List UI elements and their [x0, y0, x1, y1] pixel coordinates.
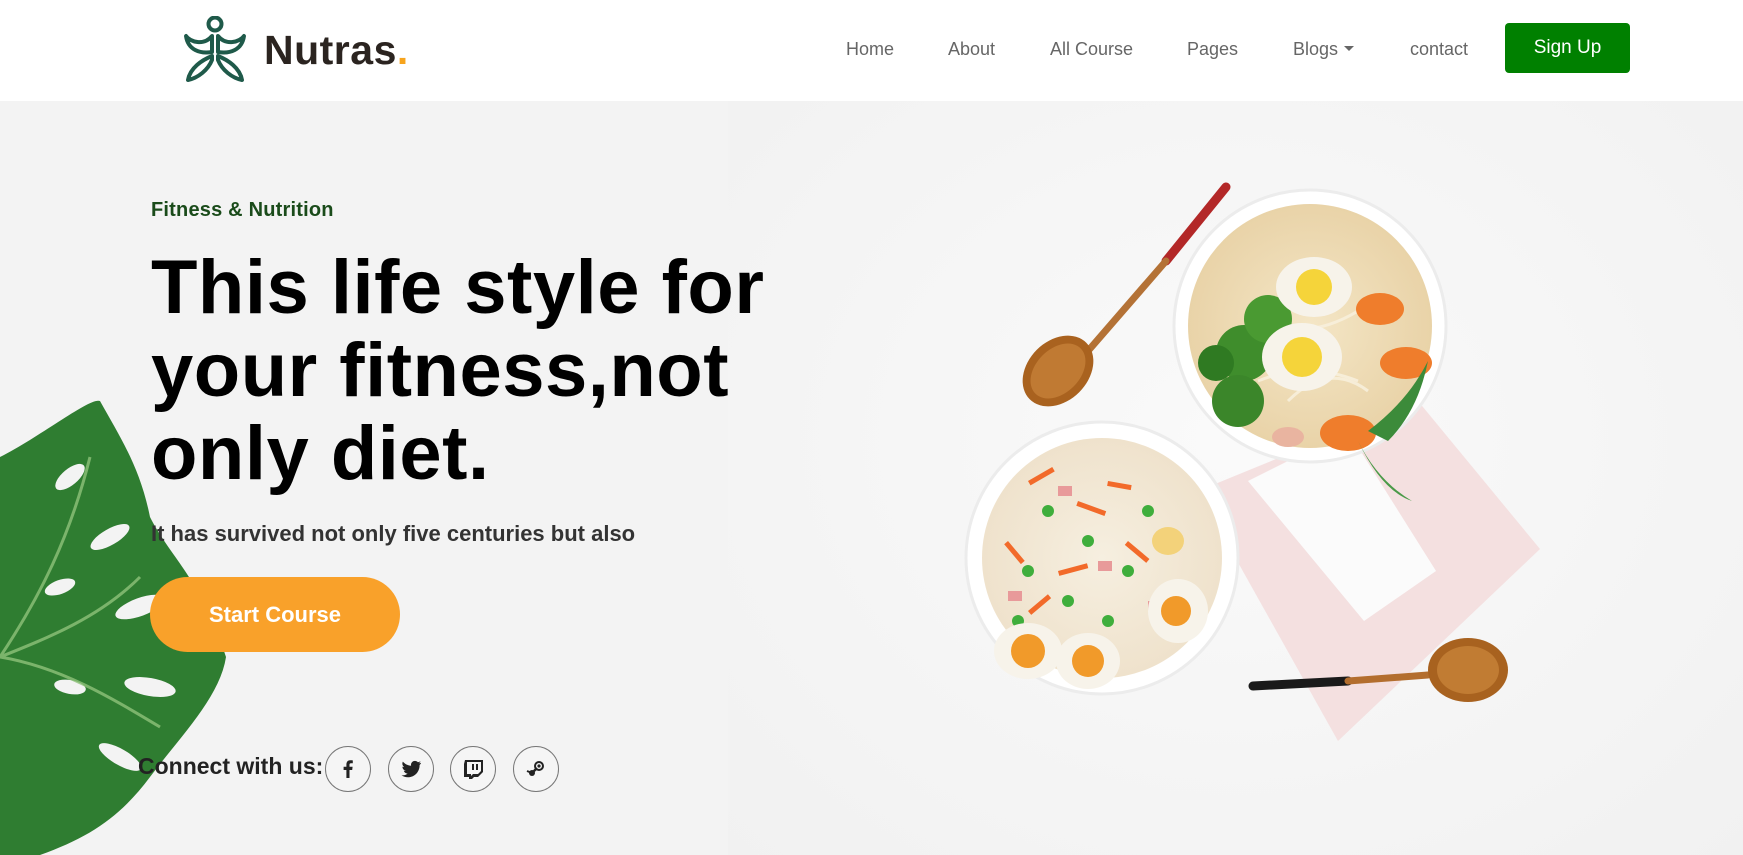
headline-line: This life style for	[151, 245, 765, 330]
nav-all-course[interactable]: All Course	[1050, 38, 1133, 60]
nav-home[interactable]: Home	[846, 38, 894, 60]
twitter-link[interactable]	[388, 746, 434, 792]
twitch-link[interactable]	[450, 746, 496, 792]
hero-section: Fitness & Nutrition This life style for …	[0, 101, 1743, 855]
start-course-button[interactable]: Start Course	[150, 577, 400, 652]
hero-kicker: Fitness & Nutrition	[151, 199, 334, 221]
nav-pages[interactable]: Pages	[1187, 38, 1238, 60]
brand-name: Nutras.	[264, 26, 409, 73]
food-bowls-image	[964, 182, 1540, 741]
hero-headline: This life style for your fitness,not onl…	[151, 246, 791, 495]
site-header: Nutras. Home About All Course Pages Blog…	[0, 0, 1743, 101]
steam-link[interactable]	[513, 746, 559, 792]
hero-subtext: It has survived not only five centuries …	[151, 521, 636, 546]
facebook-link[interactable]	[325, 746, 371, 792]
twitter-icon	[401, 760, 421, 778]
twitch-icon	[464, 760, 483, 779]
logo-mark-icon	[184, 16, 246, 82]
nav-contact[interactable]: contact	[1410, 38, 1468, 60]
brand-logo[interactable]: Nutras.	[182, 16, 409, 84]
steam-icon	[526, 761, 544, 776]
connect-label: Connect with us:	[138, 753, 324, 779]
headline-line: your fitness,not	[151, 328, 730, 413]
caret-down-icon	[1344, 45, 1355, 51]
nav-about[interactable]: About	[948, 38, 995, 60]
facebook-icon	[343, 760, 353, 778]
nav-blogs-label: Blogs	[1293, 39, 1339, 59]
nav-blogs[interactable]: Blogs	[1293, 38, 1355, 60]
signup-button[interactable]: Sign Up	[1505, 23, 1630, 73]
headline-line: only diet.	[151, 411, 490, 496]
